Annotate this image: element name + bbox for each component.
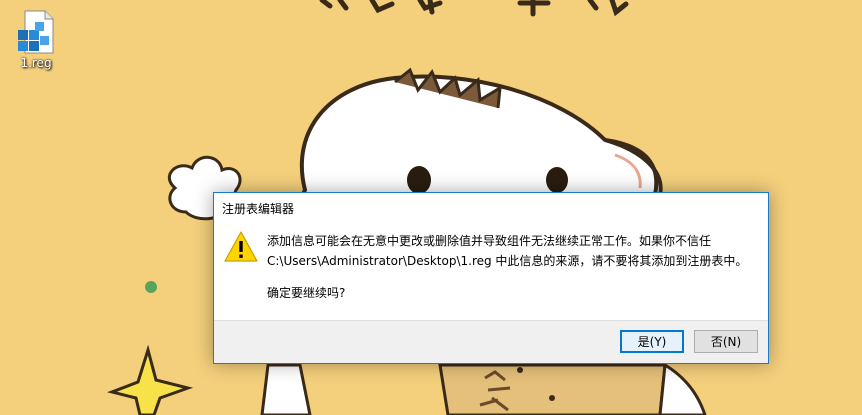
mascot-right-eye xyxy=(546,167,568,193)
no-button[interactable]: 否(N) xyxy=(694,330,758,353)
yes-button[interactable]: 是(Y) xyxy=(620,330,684,353)
confirm-question: 确定要继续吗? xyxy=(267,286,346,300)
message-line-2: C:\Users\Administrator\Desktop\1.reg 中此信… xyxy=(267,254,748,268)
dialog-titlebar[interactable]: 注册表编辑器 xyxy=(214,193,768,225)
warning-icon xyxy=(224,231,258,262)
green-dot xyxy=(145,281,157,293)
desktop-icon-label: 1.reg xyxy=(20,56,52,70)
mascot-left-eye xyxy=(407,166,431,194)
registry-file-icon xyxy=(18,10,54,54)
registry-warning-dialog: 注册表编辑器 添加信息可能会在无意中更改或删除值并导致组件无法继续正常工作。如果… xyxy=(213,192,769,364)
dialog-message: 添加信息可能会在无意中更改或删除值并导致组件无法继续正常工作。如果你不信任 C:… xyxy=(267,231,757,303)
dialog-title: 注册表编辑器 xyxy=(222,202,295,216)
mascot-scarf xyxy=(438,363,667,415)
dialog-footer: 是(Y) 否(N) xyxy=(214,320,768,363)
dialog-body: 添加信息可能会在无意中更改或删除值并导致组件无法继续正常工作。如果你不信任 C:… xyxy=(214,225,768,321)
desktop-icon-1-reg[interactable]: 1.reg xyxy=(8,10,64,82)
message-line-1: 添加信息可能会在无意中更改或删除值并导致组件无法继续正常工作。如果你不信任 xyxy=(267,234,712,248)
